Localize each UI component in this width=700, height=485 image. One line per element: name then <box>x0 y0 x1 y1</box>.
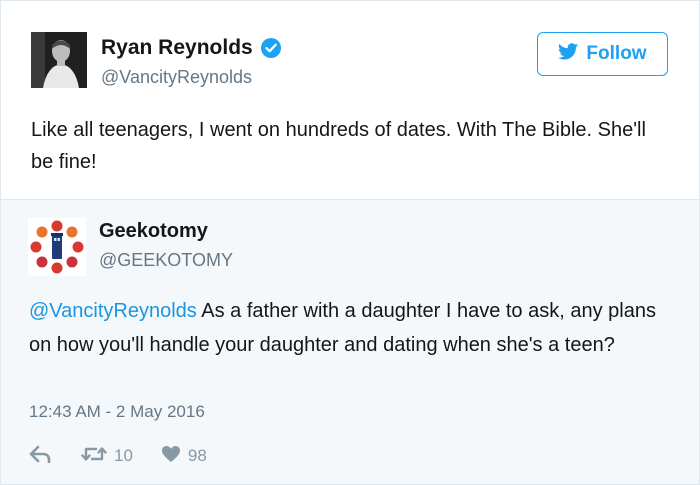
avatar[interactable] <box>31 32 87 88</box>
verified-badge-icon <box>260 37 282 59</box>
like-count: 98 <box>187 446 207 465</box>
reply-text: @VancityReynolds As a father with a daug… <box>29 294 669 362</box>
follow-button[interactable]: Follow <box>537 32 668 76</box>
like-button[interactable]: 98 <box>161 445 207 468</box>
retweet-icon <box>81 445 107 468</box>
retweet-button[interactable]: 10 <box>81 445 133 468</box>
reply-author-handle[interactable]: @GEEKOTOMY <box>99 250 233 271</box>
quoted-reply-tweet[interactable]: Geekotomy @GEEKOTOMY @VancityReynolds As… <box>1 199 699 484</box>
mention-link[interactable]: @VancityReynolds <box>29 300 197 322</box>
retweet-count: 10 <box>114 446 133 465</box>
main-tweet: Ryan Reynolds @VancityReynolds Follow Li… <box>1 1 699 199</box>
geekotomy-logo-avatar[interactable] <box>28 218 86 276</box>
heart-icon <box>161 445 181 468</box>
author-name-text[interactable]: Ryan Reynolds <box>101 36 253 60</box>
reply-arrow-icon <box>29 445 51 468</box>
timestamp[interactable]: 12:43 AM - 2 May 2016 <box>29 402 205 422</box>
embedded-tweet-card: Ryan Reynolds @VancityReynolds Follow Li… <box>0 0 700 485</box>
tweet-actions: 10 98 <box>29 444 207 468</box>
reply-author-name[interactable]: Geekotomy <box>99 220 208 243</box>
tweet-text: Like all teenagers, I went on hundreds o… <box>31 119 646 173</box>
author-name[interactable]: Ryan Reynolds <box>101 36 282 60</box>
follow-label: Follow <box>586 43 647 64</box>
twitter-bird-icon <box>558 42 579 66</box>
reply-button[interactable] <box>29 445 51 468</box>
author-handle[interactable]: @VancityReynolds <box>101 67 252 88</box>
